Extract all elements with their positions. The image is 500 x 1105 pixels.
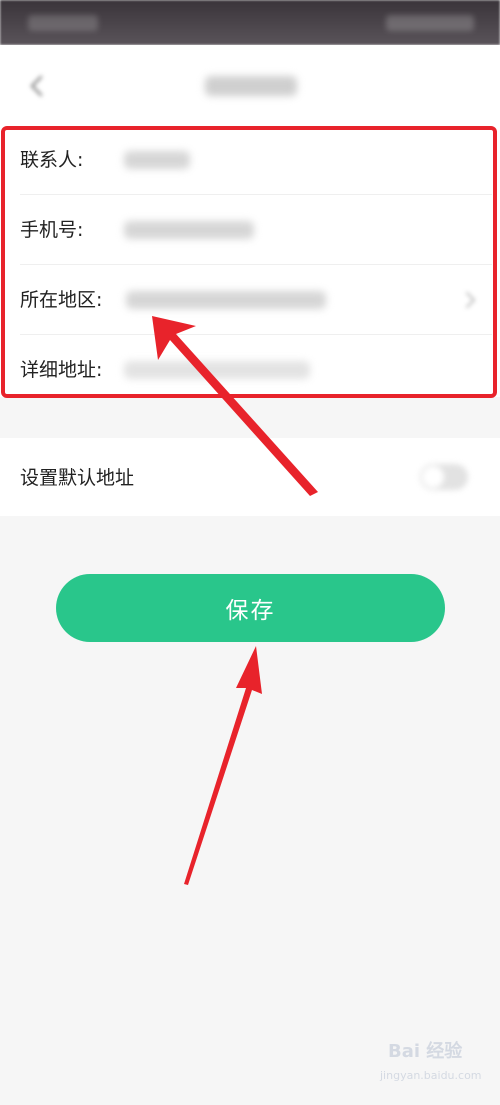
address-input-blurred[interactable] xyxy=(124,361,310,379)
navigation-bar xyxy=(0,45,500,125)
phone-row[interactable]: 手机号: xyxy=(20,195,492,265)
default-address-label: 设置默认地址 xyxy=(20,467,135,489)
watermark-logo: Bai 经验 xyxy=(388,1041,463,1062)
baidu-jingyan-watermark: Bai 经验 jingyan.baidu.com xyxy=(380,1035,482,1091)
region-row[interactable]: 所在地区: xyxy=(20,265,492,335)
status-bar-left-blurred xyxy=(28,15,98,31)
phone-label: 手机号: xyxy=(20,219,84,241)
address-row[interactable]: 详细地址: xyxy=(20,335,492,405)
region-select-blurred[interactable] xyxy=(126,291,326,309)
phone-input-blurred[interactable] xyxy=(124,221,254,239)
toggle-knob xyxy=(422,466,444,488)
contact-input-blurred[interactable] xyxy=(124,151,190,169)
region-label: 所在地区: xyxy=(20,289,103,311)
default-address-toggle[interactable] xyxy=(420,464,468,490)
address-form: 联系人: 手机号: 所在地区: 详细地址: xyxy=(0,125,500,397)
contact-label: 联系人: xyxy=(20,149,84,171)
save-button[interactable]: 保存 xyxy=(56,574,445,642)
annotation-arrow-up xyxy=(184,646,262,885)
page-title-blurred xyxy=(205,76,297,96)
default-address-row[interactable]: 设置默认地址 xyxy=(0,438,500,516)
watermark-url: jingyan.baidu.com xyxy=(380,1069,482,1082)
status-bar-right-blurred xyxy=(386,15,474,31)
chevron-right-icon[interactable] xyxy=(462,290,478,310)
address-label: 详细地址: xyxy=(20,359,103,381)
back-arrow-icon[interactable] xyxy=(24,73,50,99)
contact-row[interactable]: 联系人: xyxy=(20,125,492,195)
